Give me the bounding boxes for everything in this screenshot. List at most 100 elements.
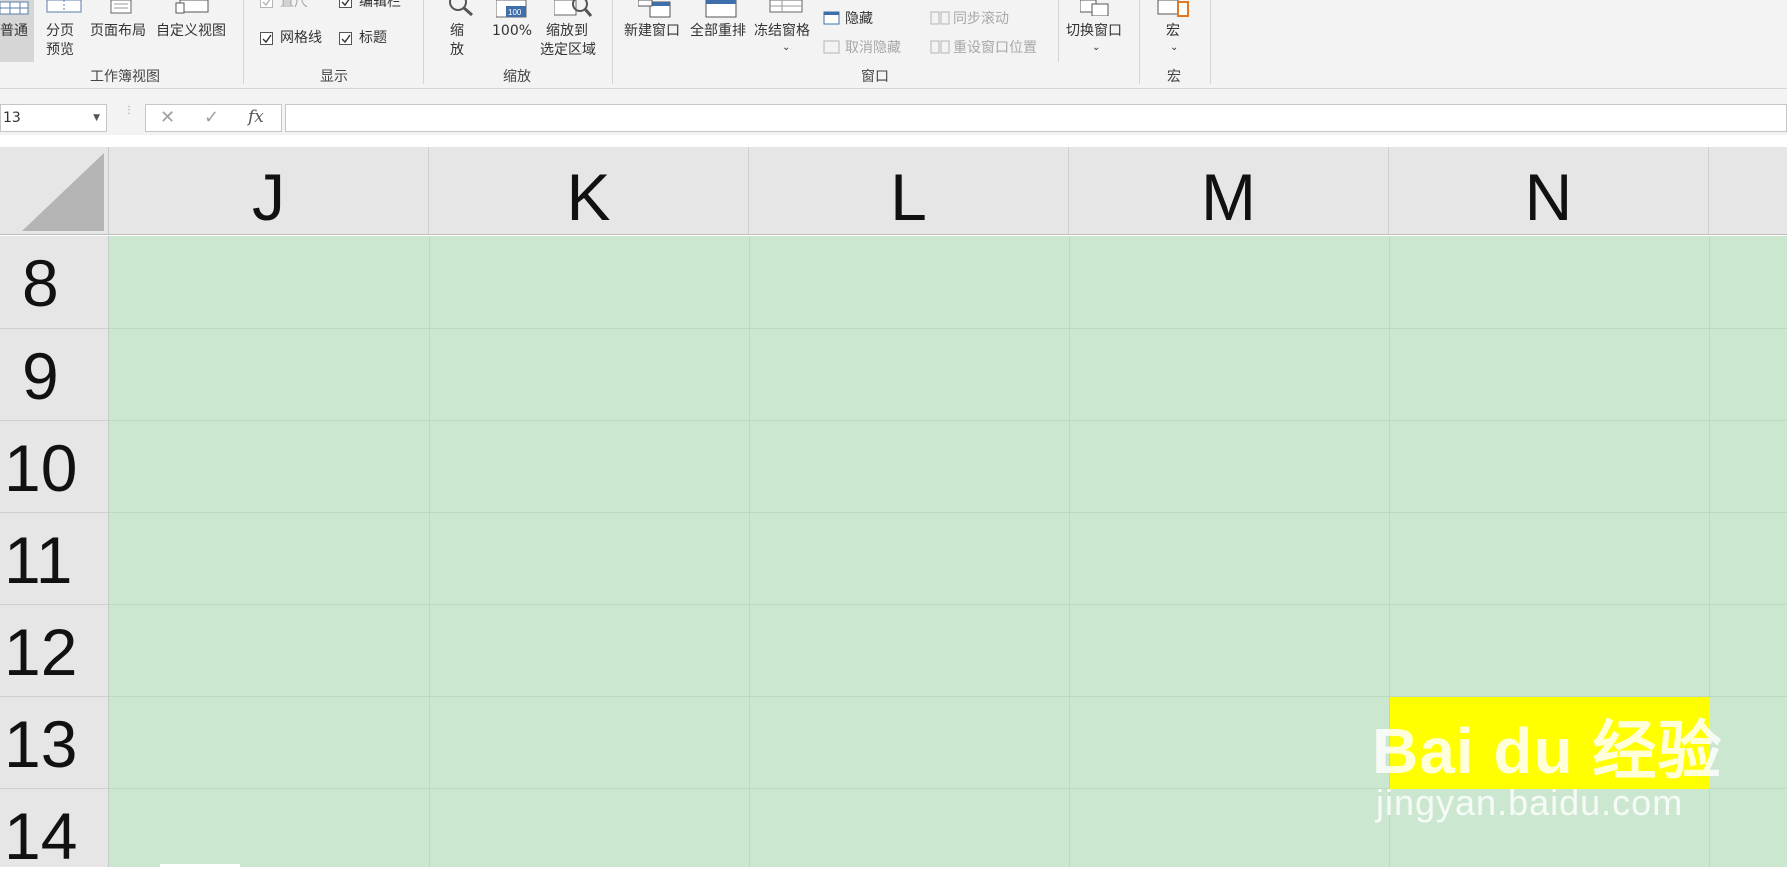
- column-header-n[interactable]: N: [1389, 147, 1709, 235]
- chevron-down-icon: ⌄: [1092, 42, 1101, 53]
- chevron-down-icon: ⌄: [782, 42, 791, 53]
- zoom-to-selection-icon: [554, 0, 593, 17]
- ribbon-view-tab: 普通 分页 预览 页面布局 自定义视图 工作簿视图 直尺 编辑栏 网格线 标题 …: [0, 0, 1787, 89]
- zoom-to-selection-label-1: 缩放到: [546, 23, 588, 39]
- group-label-zoom: 缩放: [503, 69, 531, 85]
- page-break-preview-label-2: 预览: [46, 42, 74, 58]
- row-header-9[interactable]: 9: [0, 329, 109, 421]
- custom-views-icon: [175, 0, 209, 14]
- page-layout-icon: [110, 0, 132, 14]
- page-break-preview-button[interactable]: 分页 预览: [44, 0, 84, 62]
- group-divider: [612, 0, 613, 84]
- arrange-all-button[interactable]: 全部重排: [688, 0, 754, 62]
- column-header-next[interactable]: [1709, 147, 1787, 235]
- ruler-checkbox[interactable]: [260, 0, 273, 8]
- insert-function-button[interactable]: fx: [248, 107, 264, 127]
- column-header-l[interactable]: L: [749, 147, 1069, 235]
- gridline: [749, 236, 750, 867]
- zoom-label-2: 放: [450, 42, 464, 58]
- watermark-logo: Bai du 经验: [1372, 715, 1723, 787]
- gridline: [109, 328, 1787, 329]
- cancel-icon[interactable]: ✕: [160, 107, 175, 128]
- gridline: [1069, 236, 1070, 867]
- hide-window-button[interactable]: 隐藏: [845, 10, 873, 28]
- switch-windows-button[interactable]: 切换窗口 ⌄: [1064, 0, 1130, 62]
- normal-view-button[interactable]: 普通: [0, 0, 34, 62]
- unhide-window-button[interactable]: 取消隐藏: [845, 39, 901, 57]
- arrange-all-label: 全部重排: [690, 23, 746, 39]
- macros-label: 宏: [1166, 23, 1180, 39]
- group-label-workbook-views: 工作簿视图: [90, 69, 160, 85]
- formula-input[interactable]: [285, 104, 1787, 132]
- page-break-preview-icon: [46, 0, 82, 13]
- freeze-panes-label: 冻结窗格: [754, 23, 810, 39]
- enter-icon[interactable]: ✓: [204, 107, 219, 128]
- gridline: [109, 420, 1787, 421]
- switch-windows-icon: [1080, 0, 1109, 16]
- chevron-down-icon[interactable]: ▼: [93, 105, 100, 131]
- row-header-13[interactable]: 13: [0, 697, 109, 789]
- name-box[interactable]: 13 ▼: [0, 104, 107, 132]
- normal-view-icon: [0, 1, 29, 15]
- row-header-12[interactable]: 12: [0, 605, 109, 697]
- ruler-label: 直尺: [280, 0, 308, 10]
- column-header-k[interactable]: K: [429, 147, 749, 235]
- arrange-all-icon: [705, 0, 737, 18]
- page-layout-button[interactable]: 页面布局: [90, 0, 152, 62]
- macros-button[interactable]: 宏 ⌄: [1150, 0, 1198, 62]
- new-window-button[interactable]: 新建窗口: [622, 0, 688, 62]
- group-label-macros: 宏: [1167, 69, 1181, 85]
- reset-position-icon: [930, 40, 950, 54]
- row-header-11[interactable]: 11: [0, 513, 109, 605]
- sync-scroll-icon: [930, 11, 950, 25]
- new-window-label: 新建窗口: [624, 23, 680, 39]
- gridlines-label: 网格线: [280, 30, 322, 46]
- custom-views-label: 自定义视图: [156, 23, 226, 39]
- zoom-100-icon-text: 100: [508, 8, 522, 17]
- drag-handle-icon[interactable]: ⋮: [124, 106, 134, 126]
- macros-icon: [1157, 0, 1189, 17]
- row-header-8[interactable]: 8: [0, 236, 109, 329]
- custom-views-button[interactable]: 自定义视图: [156, 0, 234, 62]
- unhide-window-icon: [823, 40, 840, 54]
- freeze-panes-icon: [769, 0, 803, 13]
- gridline: [429, 236, 430, 867]
- zoom-100-icon: 100: [496, 0, 527, 18]
- page-break-preview-label-1: 分页: [46, 23, 74, 39]
- formula-bar-checkbox[interactable]: [339, 0, 352, 8]
- formula-buttons: ✕ ✓ fx: [145, 104, 282, 132]
- switch-windows-label: 切换窗口: [1066, 23, 1122, 39]
- select-all-button[interactable]: [0, 147, 109, 235]
- headings-checkbox[interactable]: [339, 32, 352, 45]
- column-header-m[interactable]: M: [1069, 147, 1389, 235]
- group-divider: [1139, 0, 1140, 84]
- row-header-14[interactable]: 14: [0, 789, 109, 873]
- gridlines-checkbox[interactable]: [260, 32, 273, 45]
- page-layout-label: 页面布局: [90, 23, 146, 39]
- reset-position-button[interactable]: 重设窗口位置: [953, 39, 1037, 57]
- normal-view-label: 普通: [0, 23, 28, 39]
- group-divider: [423, 0, 424, 84]
- chevron-down-icon: ⌄: [1170, 42, 1179, 53]
- group-divider: [1210, 0, 1211, 84]
- gridline: [109, 604, 1787, 605]
- zoom-button[interactable]: 缩 放: [442, 0, 478, 62]
- magnifier-icon: [449, 0, 473, 16]
- check-icon: [341, 34, 351, 44]
- zoom-to-selection-button[interactable]: 缩放到 选定区域: [538, 0, 604, 62]
- row-header-10[interactable]: 10: [0, 421, 109, 513]
- headings-label: 标题: [359, 30, 387, 46]
- check-icon: [341, 0, 350, 7]
- formula-bar-label: 编辑栏: [359, 0, 401, 10]
- select-all-triangle-icon: [22, 153, 104, 231]
- zoom-to-selection-label-2: 选定区域: [540, 42, 596, 58]
- name-box-value: 13: [3, 110, 21, 126]
- freeze-panes-button[interactable]: 冻结窗格 ⌄: [754, 0, 820, 62]
- watermark-url: jingyan.baidu.com: [1376, 782, 1684, 823]
- zoom-100-label: 100%: [492, 23, 533, 39]
- group-divider: [1058, 0, 1059, 62]
- column-header-j[interactable]: J: [109, 147, 429, 235]
- zoom-100-button[interactable]: 100 100%: [490, 0, 534, 62]
- zoom-label-1: 缩: [450, 23, 464, 39]
- sync-scroll-button[interactable]: 同步滚动: [953, 10, 1009, 28]
